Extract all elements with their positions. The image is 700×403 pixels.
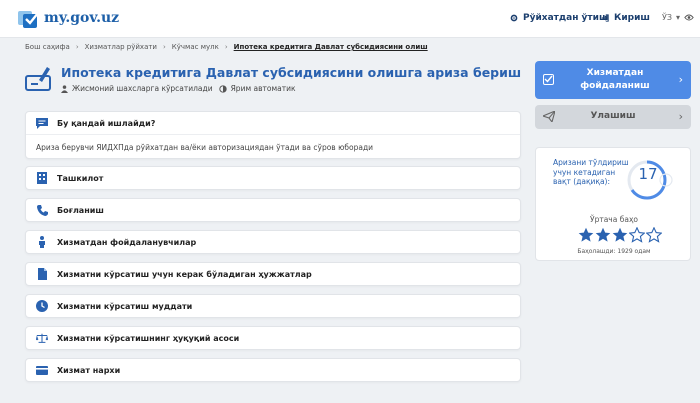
section-organization[interactable]: Ташкилот: [25, 166, 521, 190]
person-icon: [36, 236, 48, 248]
building-icon: [36, 172, 48, 184]
rating-label: Ўртача баҳо: [590, 215, 638, 224]
votes-count: Баҳолашди: 1929 одам: [577, 248, 651, 255]
language-select[interactable]: ЎЗ ▾: [662, 13, 694, 22]
chevron-down-icon: ▾: [676, 13, 681, 22]
logo-check-icon: [18, 8, 39, 28]
section-label: Ташкилот: [57, 173, 104, 183]
star-empty-icon[interactable]: [646, 227, 662, 243]
card-icon: [36, 364, 48, 376]
rating-stars[interactable]: [578, 227, 662, 243]
site-logo[interactable]: my.gov.uz: [18, 8, 119, 28]
service-meta: Жисмоний шахсларга кўрсатилади Ярим авто…: [61, 84, 295, 93]
logo-text: my.gov.uz: [44, 10, 120, 26]
section-label: Хизмат нархи: [57, 365, 121, 375]
document-icon: [36, 268, 48, 280]
clock-icon: [36, 300, 48, 312]
page-title: Ипотека кредитига Давлат субсидиясини ол…: [61, 65, 522, 80]
service-stats-panel: Аризани тўлдириш учун кетадиган вақт (да…: [535, 147, 691, 261]
chevron-right-icon: ›: [224, 43, 228, 51]
section-label: Хизматни кўрсатиш муддати: [57, 301, 193, 311]
login-link[interactable]: Кириш: [601, 13, 650, 23]
eye-icon[interactable]: [684, 14, 694, 21]
use-service-button[interactable]: Хизматдан фойдаланиш ›: [535, 61, 691, 99]
use-service-label: Хизматдан фойдаланиш: [580, 68, 650, 91]
breadcrumb: Бош саҳифа › Хизматлар рўйхати › Кўчмас …: [25, 43, 428, 51]
breadcrumb-item-category[interactable]: Кўчмас мулк: [172, 43, 219, 51]
register-link[interactable]: Рўйхатдан ўтиш: [510, 13, 609, 23]
mode-text: Ярим автоматик: [230, 84, 296, 93]
chevron-right-icon: ›: [678, 73, 683, 86]
top-header: my.gov.uz Рўйхатдан ўтиш Кириш ЎЗ ▾: [0, 0, 700, 38]
fill-time-label: Аризани тўлдириш учун кетадиган вақт (да…: [553, 158, 629, 186]
chevron-right-icon: ›: [162, 43, 166, 51]
chevron-right-icon: ›: [678, 110, 683, 123]
star-filled-icon[interactable]: [595, 227, 611, 243]
breadcrumb-item-home[interactable]: Бош саҳифа: [25, 43, 70, 51]
scales-icon: [36, 332, 48, 344]
section-term[interactable]: Хизматни кўрсатиш муддати: [25, 294, 521, 318]
service-sign-icon: [25, 67, 51, 91]
section-label: Бу қандай ишлайди?: [57, 118, 156, 128]
section-contact[interactable]: Боғланиш: [25, 198, 521, 222]
breadcrumb-current: Ипотека кредитига Давлат субсидиясини ол…: [233, 43, 428, 51]
section-documents[interactable]: Хизматни кўрсатиш учун керак бўладиган ҳ…: [25, 262, 521, 286]
login-label: Кириш: [614, 13, 650, 23]
breadcrumb-item-services[interactable]: Хизматлар рўйхати: [85, 43, 157, 51]
share-button[interactable]: Улашиш ›: [535, 105, 691, 129]
register-label: Рўйхатдан ўтиш: [523, 13, 609, 23]
login-icon: [601, 14, 609, 22]
section-label: Хизматни кўрсатиш учун керак бўладиган ҳ…: [57, 269, 312, 279]
chat-icon: [36, 117, 48, 129]
audience-text: Жисмоний шахсларга кўрсатилади: [72, 84, 213, 93]
checkbox-icon: [543, 74, 554, 85]
section-label: Хизматдан фойдаланувчилар: [57, 237, 197, 247]
star-filled-icon[interactable]: [578, 227, 594, 243]
star-empty-icon[interactable]: [629, 227, 645, 243]
half-circle-icon: [218, 84, 227, 93]
star-filled-icon[interactable]: [612, 227, 628, 243]
section-price[interactable]: Хизмат нархи: [25, 358, 521, 382]
section-legal-basis[interactable]: Хизматни кўрсатишнинг ҳуқуқий асоси: [25, 326, 521, 350]
gear-icon: [510, 14, 518, 22]
person-icon: [61, 84, 68, 93]
section-label: Боғланиш: [57, 205, 104, 215]
section-body: Ариза берувчи ЯИДХПда рўйхатдан ва/ёки а…: [26, 134, 520, 159]
section-how-it-works[interactable]: Бу қандай ишлайди? Ариза берувчи ЯИДХПда…: [25, 111, 521, 159]
share-label: Улашиш: [590, 111, 636, 121]
section-users[interactable]: Хизматдан фойдаланувчилар: [25, 230, 521, 254]
language-label: ЎЗ: [662, 13, 673, 22]
chevron-right-icon: ›: [75, 43, 79, 51]
phone-icon: [36, 204, 48, 216]
fill-time-value: 17: [638, 165, 658, 183]
section-label: Хизматни кўрсатишнинг ҳуқуқий асоси: [57, 333, 240, 343]
